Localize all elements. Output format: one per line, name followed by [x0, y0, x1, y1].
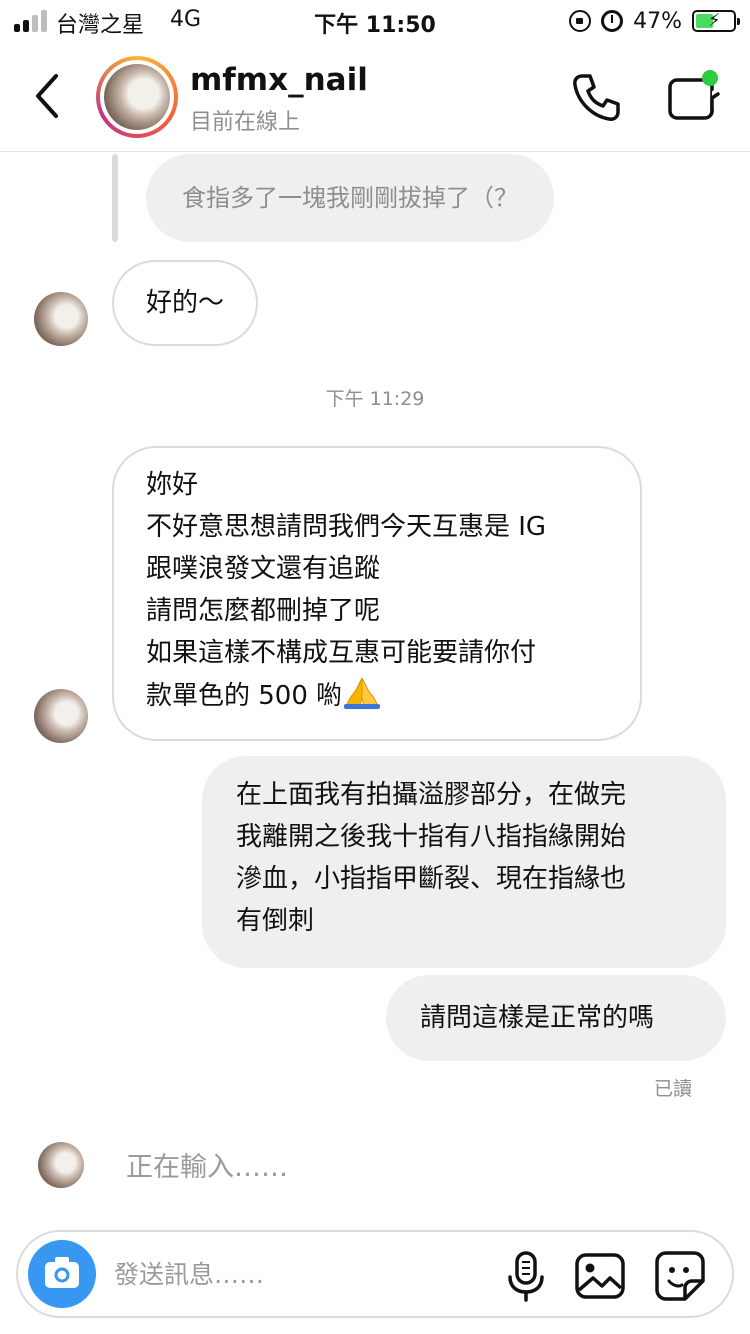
message-line: 如果這樣不構成互惠可能要請你付: [146, 638, 537, 668]
message-line: 跟噗浪發文還有追蹤: [146, 554, 381, 584]
message-line: 我離開之後我十指有八指指緣開始: [236, 822, 627, 852]
sender-avatar[interactable]: [34, 689, 88, 743]
video-call-icon[interactable]: [664, 68, 724, 128]
message-text: 請問這樣是正常的嗎: [420, 1003, 655, 1033]
typing-indicator: 正在輸入……: [126, 1152, 288, 1183]
message-composer: [16, 1230, 734, 1318]
message-line: 滲血，小指指甲斷裂、現在指緣也: [236, 864, 627, 894]
gallery-icon[interactable]: [574, 1250, 626, 1302]
profile-avatar[interactable]: [96, 56, 178, 138]
sender-avatar[interactable]: [34, 292, 88, 346]
message-bubble-received[interactable]: 好的～: [112, 260, 259, 346]
battery-percent: 47%: [633, 8, 682, 34]
typing-avatar: [38, 1142, 84, 1188]
chat-header: mfmx_nail 目前在線上: [0, 42, 750, 152]
online-dot: [702, 70, 718, 86]
reply-quote-bar: [112, 154, 118, 242]
message-line: 妳好: [146, 470, 199, 500]
message-line: 不好意思想請問我們今天互惠是 IG: [146, 512, 547, 542]
orientation-lock-icon: [569, 10, 592, 32]
alarm-icon: [601, 10, 624, 32]
camera-button[interactable]: [28, 1240, 96, 1308]
message-bubble-received[interactable]: 妳好 不好意思想請問我們今天互惠是 IG 跟噗浪發文還有追蹤 請問怎麼都刪掉了呢…: [112, 446, 642, 741]
quoted-message[interactable]: 食指多了一塊我剛剛拔掉了（？: [146, 154, 554, 242]
conversation: 食指多了一塊我剛剛拔掉了（？ 好的～ 下午 11:29 妳好 不好意思想請問我們…: [0, 152, 750, 1227]
sticker-icon[interactable]: [654, 1250, 706, 1302]
avatar-image: [104, 64, 170, 130]
microphone-icon[interactable]: [500, 1250, 552, 1302]
folded-hands-icon: [344, 677, 381, 709]
message-line: 款單色的 500 喲: [146, 681, 343, 711]
seen-indicator: 已讀: [653, 1078, 692, 1100]
message-bubble-sent[interactable]: 在上面我有拍攝溢膠部分，在做完 我離開之後我十指有八指指緣開始 滲血，小指指甲斷…: [202, 756, 726, 968]
phone-icon[interactable]: [568, 70, 624, 126]
message-timestamp: 下午 11:29: [325, 388, 425, 410]
message-line: 有倒刺: [236, 906, 315, 936]
chat-username[interactable]: mfmx_nail: [190, 62, 368, 98]
camera-icon: [45, 1257, 79, 1288]
message-bubble-sent[interactable]: 請問這樣是正常的嗎: [386, 975, 726, 1061]
online-status: 目前在線上: [190, 110, 301, 135]
message-line: 在上面我有拍攝溢膠部分，在做完: [236, 780, 627, 810]
message-line: 請問怎麼都刪掉了呢: [146, 596, 381, 626]
message-text: 好的～: [146, 288, 225, 318]
battery-charging-icon: ⚡: [692, 10, 740, 32]
back-chevron-icon[interactable]: [26, 70, 70, 122]
message-input[interactable]: [114, 1254, 484, 1294]
status-bar: 台灣之星 4G 下午 11:50 47% ⚡: [0, 0, 750, 42]
